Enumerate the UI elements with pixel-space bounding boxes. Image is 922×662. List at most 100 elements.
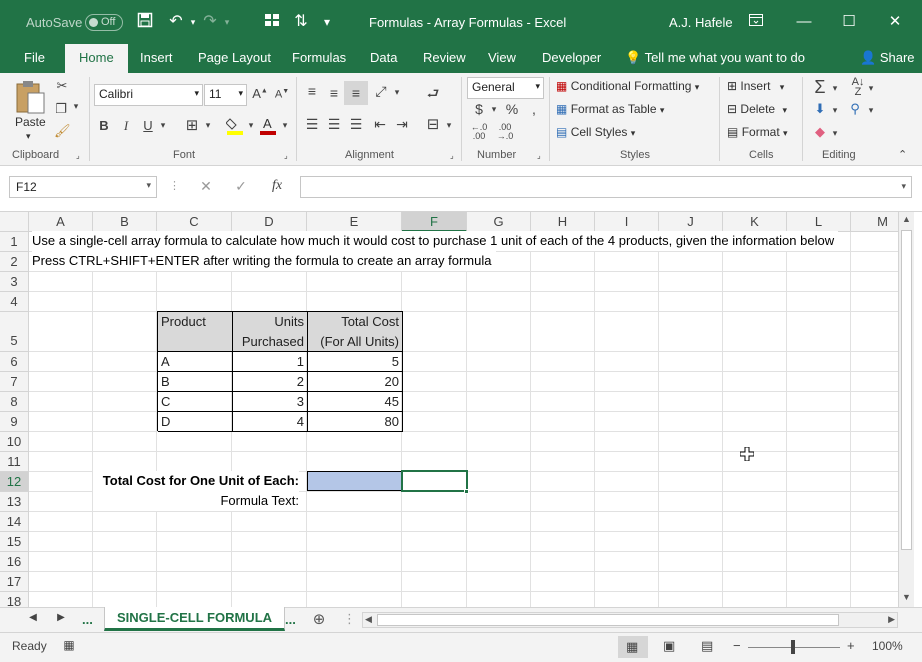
table-cell-cost[interactable]: 20 <box>308 372 403 392</box>
column-header-i[interactable]: I <box>595 212 659 232</box>
row-header-9[interactable]: 9 <box>0 412 29 432</box>
column-header-h[interactable]: H <box>531 212 595 232</box>
instruction-row-1[interactable]: Use a single-cell array formula to calcu… <box>32 231 839 251</box>
borders-dropdown-icon[interactable]: ▾ <box>203 120 213 131</box>
autosum-dropdown-icon[interactable]: ▾ <box>830 83 840 94</box>
alignment-launcher-icon[interactable]: ⌟ <box>450 151 454 160</box>
wrap-text-icon[interactable]: ⮐ <box>424 83 442 107</box>
normal-view-button[interactable]: ▦ <box>618 636 648 658</box>
instruction-row-2[interactable]: Press CTRL+SHIFT+ENTER after writing the… <box>32 251 496 271</box>
formula-text-label[interactable]: Formula Text: <box>93 491 299 511</box>
tab-insert[interactable]: Insert <box>140 50 173 65</box>
column-header-f[interactable]: F <box>402 212 467 232</box>
percent-icon[interactable]: % <box>504 101 520 117</box>
orientation-dropdown-icon[interactable]: ▾ <box>392 87 402 98</box>
tab-data[interactable]: Data <box>370 50 397 65</box>
underline-icon[interactable]: U <box>141 118 155 133</box>
number-format-box[interactable]: General ▾ <box>467 77 544 99</box>
maximize-icon[interactable]: ☐ <box>837 10 861 34</box>
tab-file[interactable]: File <box>24 50 45 65</box>
table-cell-product[interactable]: D <box>158 412 233 432</box>
find-dropdown-icon[interactable]: ▾ <box>866 105 876 116</box>
delete-cells-button[interactable]: ⊟ Delete ▾ <box>727 102 787 116</box>
name-box[interactable]: F12 ▾ <box>9 176 157 198</box>
italic-icon[interactable]: I <box>119 118 133 134</box>
row-header-5[interactable]: 5 <box>0 312 29 352</box>
minimize-icon[interactable]: — <box>792 10 816 34</box>
tab-developer[interactable]: Developer <box>542 50 601 65</box>
top-align-icon[interactable]: ≡ <box>303 83 321 99</box>
row-header-7[interactable]: 7 <box>0 372 29 392</box>
underline-dropdown-icon[interactable]: ▾ <box>158 120 168 131</box>
more-sheets-right[interactable]: ... <box>285 612 296 627</box>
column-header-g[interactable]: G <box>467 212 531 232</box>
conditional-formatting-button[interactable]: ▦ Conditional Formatting ▾ <box>556 79 699 93</box>
save-icon[interactable] <box>135 12 155 32</box>
table-cell-product[interactable]: C <box>158 392 233 412</box>
row-header-4[interactable]: 4 <box>0 292 29 312</box>
tab-view[interactable]: View <box>488 50 516 65</box>
row-header-12[interactable]: 12 <box>0 472 29 492</box>
clear-icon[interactable]: ◆ <box>811 124 829 140</box>
fill-color-icon[interactable] <box>225 115 244 138</box>
bold-icon[interactable]: B <box>97 118 111 133</box>
page-break-view-icon[interactable]: ▤ <box>701 638 713 654</box>
cell-styles-button[interactable]: ▤ Cell Styles ▾ <box>556 125 635 139</box>
format-as-table-button[interactable]: ▦ Format as Table ▾ <box>556 102 664 116</box>
tell-me-search[interactable]: 💡 Tell me what you want to do <box>625 50 805 66</box>
paste-dropdown-icon[interactable]: ▾ <box>26 131 31 142</box>
tab-review[interactable]: Review <box>423 50 466 65</box>
column-header-d[interactable]: D <box>232 212 307 232</box>
borders-icon[interactable]: ⊞ <box>184 116 200 134</box>
total-cost-input-cell[interactable] <box>307 471 402 491</box>
increase-font-icon[interactable]: A▲ <box>252 86 268 101</box>
merge-center-icon[interactable]: ⊟ <box>424 115 442 133</box>
more-sheets-left[interactable]: ... <box>82 612 93 627</box>
insert-function-icon[interactable]: fx <box>269 178 285 194</box>
row-header-15[interactable]: 15 <box>0 532 29 552</box>
zoom-level[interactable]: 100% <box>872 639 903 653</box>
column-header-a[interactable]: A <box>29 212 93 232</box>
fill-color-dropdown-icon[interactable]: ▾ <box>246 120 256 131</box>
font-size-box[interactable]: 11 ▾ <box>204 84 247 106</box>
user-name[interactable]: A.J. Hafele <box>669 15 733 30</box>
table-cell-cost[interactable]: 5 <box>308 352 403 372</box>
customize-qat-icon[interactable]: ▾ <box>317 12 337 32</box>
cut-icon[interactable]: ✂ <box>54 78 70 94</box>
cancel-entry-icon[interactable]: ✕ <box>198 178 214 195</box>
increase-indent-icon[interactable]: ⇥ <box>393 116 411 133</box>
format-cells-button[interactable]: ▤ Format ▾ <box>727 125 788 139</box>
confirm-entry-icon[interactable]: ✓ <box>233 178 249 195</box>
next-sheet-icon[interactable]: ▶ <box>56 612 66 623</box>
clear-dropdown-icon[interactable]: ▾ <box>830 128 840 139</box>
table-header-product[interactable]: Product <box>158 312 233 352</box>
autosum-icon[interactable]: Σ <box>811 77 829 98</box>
decrease-decimal-icon[interactable]: .00 →.0 <box>494 123 516 141</box>
scroll-up-icon[interactable]: ▲ <box>902 214 911 224</box>
table-cell-product[interactable]: A <box>158 352 233 372</box>
row-header-16[interactable]: 16 <box>0 552 29 572</box>
comma-style-icon[interactable]: , <box>526 101 542 117</box>
table-cell-cost[interactable]: 45 <box>308 392 403 412</box>
copy-icon[interactable]: ❐ <box>53 101 69 117</box>
autosave-toggle[interactable]: Off <box>85 14 123 31</box>
close-icon[interactable]: ✕ <box>883 10 907 34</box>
decrease-indent-icon[interactable]: ⇤ <box>371 116 389 133</box>
zoom-slider-thumb[interactable] <box>791 640 795 654</box>
table-cell-units[interactable]: 2 <box>233 372 308 392</box>
currency-dropdown-icon[interactable]: ▾ <box>489 104 499 115</box>
collapse-ribbon-icon[interactable]: ⌃ <box>898 148 907 161</box>
share-button[interactable]: 👤 Share <box>860 50 915 66</box>
insert-cells-button[interactable]: ⊞ Insert ▾ <box>727 79 784 93</box>
middle-align-icon[interactable]: ≡ <box>325 85 343 101</box>
align-center-icon[interactable]: ☰ <box>325 116 343 133</box>
fill-handle[interactable] <box>464 489 469 494</box>
row-header-2[interactable]: 2 <box>0 252 29 272</box>
row-header-6[interactable]: 6 <box>0 352 29 372</box>
total-cost-label[interactable]: Total Cost for One Unit of Each: <box>93 471 299 491</box>
merge-dropdown-icon[interactable]: ▾ <box>444 120 454 131</box>
ribbon-display-options-icon[interactable] <box>744 10 768 34</box>
column-header-k[interactable]: K <box>723 212 787 232</box>
horizontal-scrollbar[interactable]: ◀ ▶ <box>362 612 898 628</box>
table-cell-cost[interactable]: 80 <box>308 412 403 432</box>
